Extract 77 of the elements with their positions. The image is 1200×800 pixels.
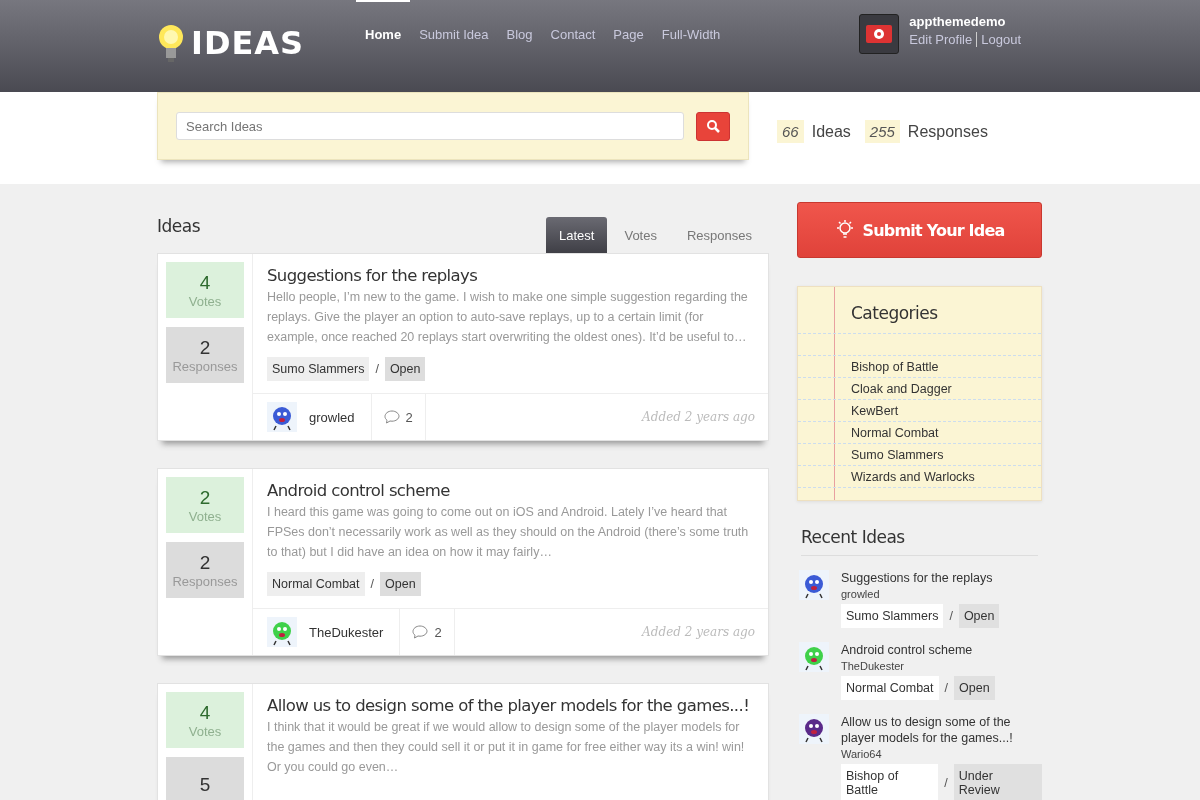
nav-link[interactable]: Home	[356, 0, 411, 42]
stat-count: 66	[777, 120, 804, 143]
category-tag[interactable]: Sumo Slammers	[267, 357, 370, 381]
username: appthemedemo	[909, 14, 1007, 29]
stat-count: 255	[864, 120, 900, 143]
idea-title[interactable]: Allow us to design some of the player models for the games...!	[267, 696, 750, 715]
section-title: Ideas	[157, 216, 201, 236]
idea-excerpt: I heard this game was going to come out on iOS and Android. Lately I’ve heard that FPSes don’t necessarily work as well as they should on the Android (there’s some truth to that) but I did have an idea on how it may fairly…	[267, 504, 750, 561]
stat-label: Ideas	[811, 122, 851, 141]
monster-avatar-icon	[799, 714, 829, 744]
separator-text: /	[370, 577, 374, 591]
light-bulb-icon	[157, 22, 185, 64]
author-link[interactable]: growled	[309, 409, 355, 425]
nav-link[interactable]: Contact	[550, 0, 596, 42]
idea-excerpt: I think that it would be great if we would allow to design some of the player models for the games and then they could sell it or put it in game for free either way its a win! win! Or you could go even…	[267, 719, 746, 776]
recent-idea-link[interactable]: Android control scheme	[841, 642, 995, 658]
recent-idea-link[interactable]: Suggestions for the replays	[841, 570, 1000, 586]
category-link[interactable]: Normal Combat	[798, 422, 1041, 444]
author-name: Wario64	[841, 748, 883, 760]
submit-idea-button[interactable]: Submit Your Idea	[797, 202, 1042, 258]
responses-box: 2 Responses	[166, 327, 244, 383]
category-tag[interactable]: Sumo Slammers	[841, 604, 944, 628]
comment-icon	[383, 410, 400, 424]
category-link[interactable]: Bishop of Battle	[798, 356, 1041, 378]
sort-tab[interactable]: Responses	[673, 217, 765, 253]
monster-avatar-icon	[799, 570, 829, 600]
category-tag[interactable]: Bishop of Battle	[841, 764, 939, 800]
category-link[interactable]: Wizards and Warlocks	[798, 466, 1041, 488]
sort-tab[interactable]: Votes	[611, 217, 670, 253]
stat-label: Responses	[907, 122, 988, 141]
account-link[interactable]: Logout	[977, 32, 1025, 47]
responses-box: 2 Responses	[166, 542, 244, 598]
comment-count: 2	[405, 409, 413, 425]
responses-box: 5	[166, 757, 244, 800]
panel-title: Categories	[798, 297, 1041, 334]
separator-text: /	[949, 609, 953, 623]
monster-avatar-icon	[267, 402, 297, 432]
author-name: growled	[841, 588, 881, 600]
votes-box[interactable]: 4 Votes	[166, 262, 244, 318]
votes-box[interactable]: 4 Votes	[166, 692, 244, 748]
author-link[interactable]: TheDukester	[309, 624, 384, 640]
status-tag[interactable]: Open	[380, 572, 421, 596]
monster-avatar-icon	[267, 617, 297, 647]
nav-link[interactable]: Submit Idea	[419, 0, 489, 42]
account-link[interactable]: Edit Profile	[909, 32, 978, 47]
idea-excerpt: Hello people, I’m new to the game. I wish to make one simple suggestion regarding the replays. Give the player an option to auto-save replays, up to a certain limit (for example, once reached 20 replays start overwriting the oldest ones). It’d be useful to…	[267, 289, 749, 346]
light-bulb-icon	[834, 219, 855, 241]
idea-title[interactable]: Suggestions for the replays	[267, 266, 478, 285]
category-tag[interactable]: Normal Combat	[841, 676, 939, 700]
added-date: Added 2 years ago	[642, 410, 756, 424]
status-tag[interactable]: Open	[958, 604, 1000, 628]
added-date: Added 2 years ago	[642, 625, 756, 639]
category-link[interactable]: KewBert	[798, 400, 1041, 422]
sort-tab[interactable]: Latest	[546, 217, 608, 253]
comment-icon	[412, 625, 429, 639]
idea-title[interactable]: Android control scheme	[267, 481, 450, 500]
separator-text: /	[944, 776, 948, 790]
nav-link[interactable]: Blog	[506, 0, 533, 42]
status-tag[interactable]: Open	[954, 676, 995, 700]
separator-text: /	[375, 362, 379, 376]
section-title: Recent Ideas	[801, 527, 1038, 556]
monster-avatar-icon	[799, 642, 829, 672]
comment-count: 2	[434, 624, 442, 640]
search-icon	[706, 119, 720, 133]
site-logo[interactable]: IDEAS	[191, 24, 305, 62]
status-tag[interactable]: Under Review	[953, 764, 1042, 800]
category-link[interactable]: Cloak and Dagger	[798, 378, 1041, 400]
status-tag[interactable]: Open	[384, 357, 426, 381]
nav-link[interactable]: Page	[613, 0, 644, 42]
search-field[interactable]: Search Ideas	[176, 112, 684, 140]
category-link[interactable]: Sumo Slammers	[798, 444, 1041, 466]
votes-box[interactable]: 2 Votes	[166, 477, 244, 533]
author-name: TheDukester	[841, 660, 905, 672]
recent-idea-link[interactable]: Allow us to design some of the player models for the games...!	[841, 714, 1042, 746]
separator-text: /	[944, 681, 948, 695]
category-tag[interactable]: Normal Combat	[267, 572, 365, 596]
search-button[interactable]	[696, 111, 730, 141]
